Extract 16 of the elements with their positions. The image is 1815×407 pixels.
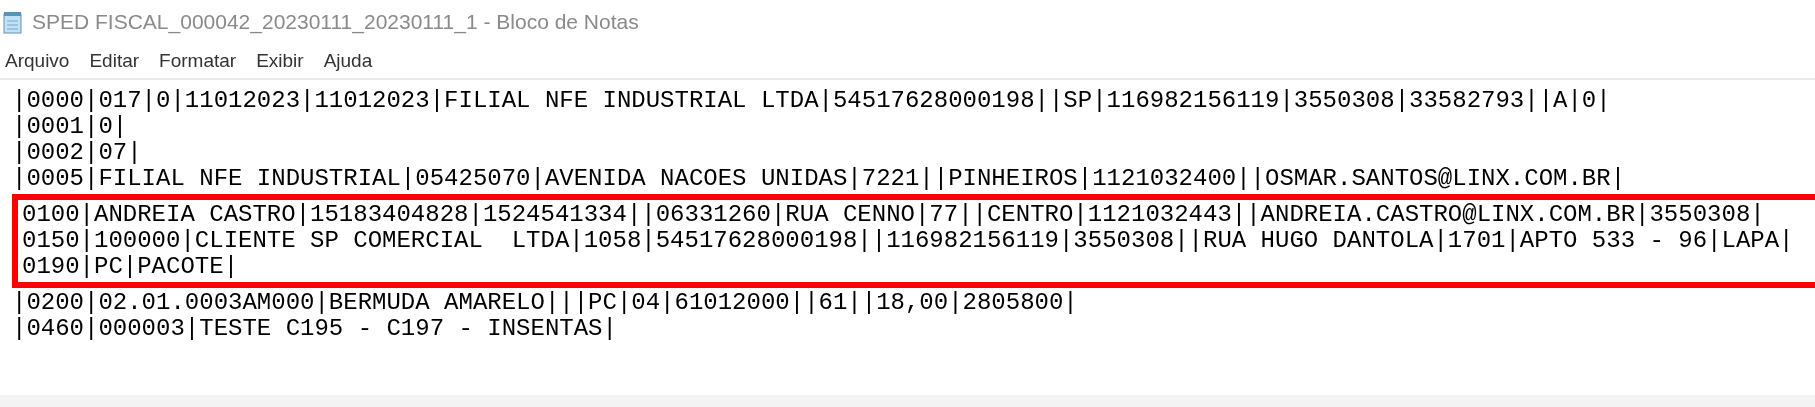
menu-item[interactable]: Arquivo — [2, 46, 73, 76]
text-line: |0460|000003|TESTE C195 - C197 - INSENTAS| — [12, 316, 617, 342]
text-line: |0005|FILIAL NFE INDUSTRIAL|05425070|AVENIDA NACOES UNIDAS|7221||PINHEIROS|1121032400||OSMAR.SANTOS@LINX.COM.BR| — [12, 166, 1626, 192]
menu-item[interactable]: Formatar — [156, 46, 240, 76]
text-line: |0200|02.01.0003AM000|BERMUDA AMARELO|||PC|04|61012000||61||18,00|2805800| — [12, 290, 1078, 316]
menu-item[interactable]: Editar — [86, 46, 143, 76]
text-line: |0001|0| — [12, 114, 128, 140]
text-line: |0000|017|0|11012023|11012023|FILIAL NFE INDUSTRIAL LTDA|54517628000198||SP|116982156119|3550308|33582793||A|0| — [12, 88, 1611, 114]
menu-item[interactable]: Ajuda — [320, 46, 376, 76]
text-line: 0190|PC|PACOTE| — [22, 254, 239, 280]
text-line: 0100|ANDREIA CASTRO|15183404828|1524541334||06331260|RUA CENNO|77||CENTRO|1121032443||ANDREIA.CASTRO@LINX.COM.BR|3550308| — [22, 202, 1765, 228]
text-line: 0150|100000|CLIENTE SP COMERCIAL LTDA|1058|54517628000198||116982156119|3550308||RUA HUGO DANTOLA|1701|APTO 533 - 96|LAPA| — [22, 228, 1794, 254]
notepad-icon — [2, 10, 24, 34]
text-line: |0002|07| — [12, 140, 142, 166]
menu-item[interactable]: Exibir — [253, 46, 307, 76]
window-title: SPED FISCAL_000042_20230111_20230111_1 - Bloco de Notas — [32, 9, 639, 36]
